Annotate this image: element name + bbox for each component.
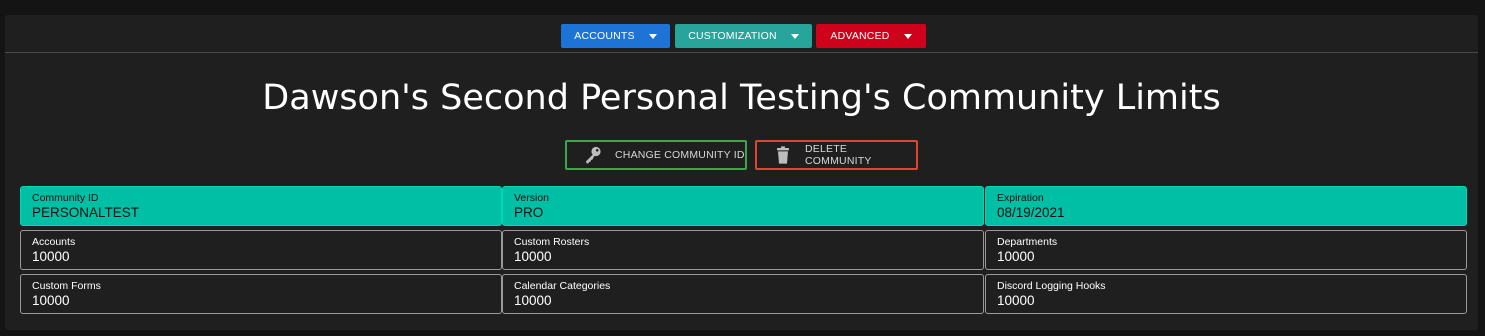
cell-value: 10000 <box>997 249 1035 264</box>
departments-limit-cell: Departments 10000 <box>985 230 1467 270</box>
cell-label: Accounts <box>32 236 76 248</box>
cell-label: Community ID <box>32 192 99 204</box>
expiration-cell: Expiration 08/19/2021 <box>985 186 1467 226</box>
delete-community-button[interactable]: DELETE COMMUNITY <box>755 140 918 170</box>
key-icon <box>583 145 603 165</box>
cell-label: Custom Rosters <box>514 236 590 248</box>
change-community-id-button[interactable]: CHANGE COMMUNITY ID <box>565 140 747 170</box>
cell-value: 10000 <box>514 249 552 264</box>
page-title: Dawson's Second Personal Testing's Commu… <box>262 78 1221 118</box>
accounts-menu-label: ACCOUNTS <box>574 30 635 42</box>
cell-value: 10000 <box>32 293 70 308</box>
cell-label: Calendar Categories <box>514 280 611 292</box>
custom-rosters-limit-cell: Custom Rosters 10000 <box>502 230 984 270</box>
cell-value: 10000 <box>514 293 552 308</box>
cell-label: Departments <box>997 236 1058 248</box>
main-panel: ACCOUNTS CUSTOMIZATION ADVANCED Dawson's… <box>5 15 1478 330</box>
discord-logging-hooks-limit-cell: Discord Logging Hooks 10000 <box>985 274 1467 314</box>
accounts-limit-cell: Accounts 10000 <box>20 230 502 270</box>
caret-down-icon <box>903 34 912 39</box>
advanced-menu-label: ADVANCED <box>830 30 890 42</box>
caret-down-icon <box>648 34 657 39</box>
cell-value: 10000 <box>997 293 1035 308</box>
community-id-cell: Community ID PERSONALTEST <box>20 186 502 226</box>
cell-value: PERSONALTEST <box>32 205 140 220</box>
cell-label: Expiration <box>997 192 1044 204</box>
customization-menu-button[interactable]: CUSTOMIZATION <box>675 24 812 48</box>
customization-menu-label: CUSTOMIZATION <box>688 30 777 42</box>
trash-icon <box>773 145 793 165</box>
cell-value: 10000 <box>32 249 70 264</box>
top-nav-bar: ACCOUNTS CUSTOMIZATION ADVANCED <box>5 15 1478 53</box>
cell-value: PRO <box>514 205 544 220</box>
calendar-categories-limit-cell: Calendar Categories 10000 <box>502 274 984 314</box>
change-community-id-label: CHANGE COMMUNITY ID <box>615 149 745 161</box>
cell-label: Discord Logging Hooks <box>997 280 1106 292</box>
advanced-menu-button[interactable]: ADVANCED <box>816 24 926 48</box>
version-cell: Version PRO <box>502 186 984 226</box>
cell-value: 08/19/2021 <box>997 205 1065 220</box>
accounts-menu-button[interactable]: ACCOUNTS <box>561 24 670 48</box>
custom-forms-limit-cell: Custom Forms 10000 <box>20 274 502 314</box>
caret-down-icon <box>790 34 799 39</box>
delete-community-label: DELETE COMMUNITY <box>805 143 872 167</box>
cell-label: Version <box>514 192 550 204</box>
cell-label: Custom Forms <box>32 280 101 292</box>
